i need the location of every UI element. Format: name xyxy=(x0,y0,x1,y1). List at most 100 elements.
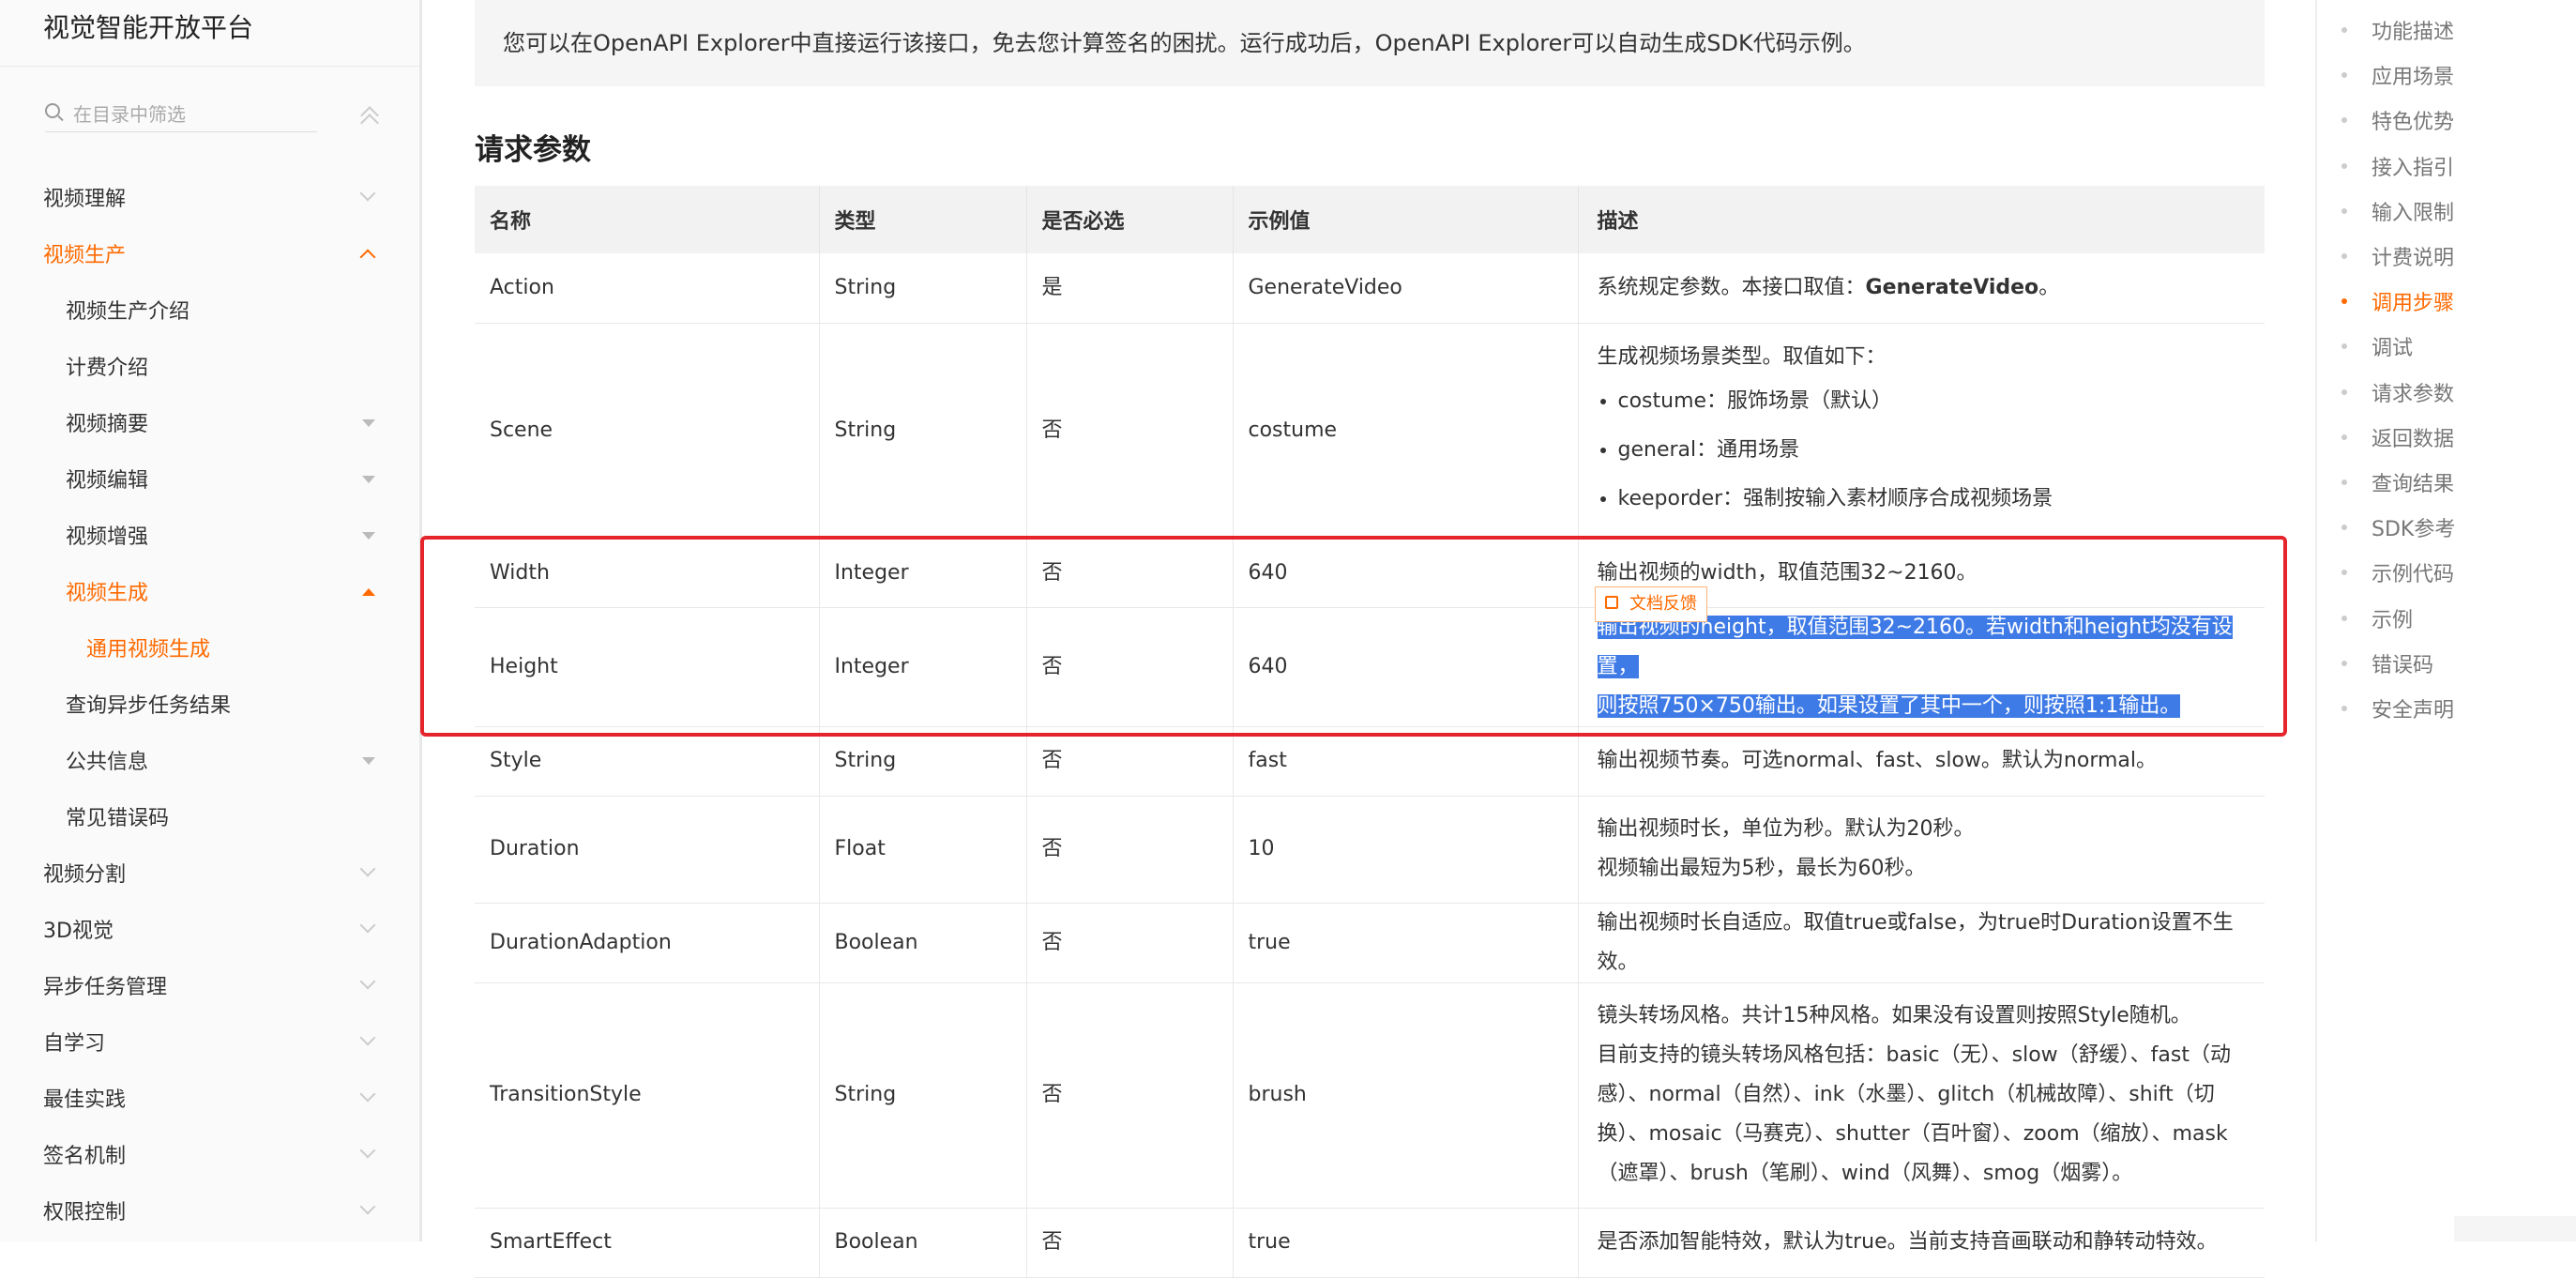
param-name: DurationAdaption xyxy=(475,903,820,983)
caret-down-icon[interactable] xyxy=(362,419,375,427)
sidebar-item[interactable]: 自学习 xyxy=(43,1027,105,1057)
param-example: costume xyxy=(1233,323,1579,540)
sidebar-item[interactable]: 视频编辑 xyxy=(66,464,148,494)
table-row: Duration Float 否 10 输出视频时长，单位为秒。默认为20秒。 … xyxy=(475,796,2265,904)
toc-item[interactable]: 功能描述 xyxy=(2371,15,2454,45)
sidebar-item[interactable]: 3D视觉 xyxy=(43,914,114,944)
toc-bullet-icon xyxy=(2341,253,2347,259)
param-example: fast xyxy=(1233,726,1579,797)
toc-item[interactable]: 错误码 xyxy=(2371,648,2433,678)
collapse-all-icon[interactable] xyxy=(360,105,379,128)
floating-toolbar[interactable] xyxy=(2454,1216,2576,1241)
column-header: 名称 xyxy=(475,186,820,253)
toc-item[interactable]: 接入指引 xyxy=(2371,151,2454,181)
sidebar-item[interactable]: 公共信息 xyxy=(66,745,148,775)
toc-item[interactable]: 请求参数 xyxy=(2371,377,2454,407)
toc-item[interactable]: 示例代码 xyxy=(2371,557,2454,587)
param-name: Duration xyxy=(475,796,820,904)
sidebar-item[interactable]: 计费介绍 xyxy=(66,351,148,381)
chevron-down-icon[interactable] xyxy=(359,1198,376,1215)
toc-item[interactable]: SDK参考 xyxy=(2371,512,2455,542)
sidebar-item[interactable]: 视频理解 xyxy=(43,182,126,212)
request-params-table: 名称 类型 是否必选 示例值 描述 Action String 是 Genera… xyxy=(475,186,2265,1278)
toc-bullet-icon xyxy=(2341,72,2347,79)
filter-input[interactable]: 在目录中筛选 xyxy=(45,98,317,132)
sidebar-item[interactable]: 常见错误码 xyxy=(66,801,169,831)
chevron-down-icon[interactable] xyxy=(359,860,376,877)
table-row: Height Integer 否 640 输出视频的height，取值范围32~… xyxy=(475,607,2265,727)
toc-item[interactable]: 应用场景 xyxy=(2371,60,2454,90)
param-type: String xyxy=(819,726,1027,797)
param-description: 生成视频场景类型。取值如下： costume：服饰场景（默认） general：… xyxy=(1578,323,2265,540)
toc-item[interactable]: 输入限制 xyxy=(2371,196,2454,226)
explorer-notice: 您可以在OpenAPI Explorer中直接运行该接口，免去您计算签名的困扰。… xyxy=(475,0,2265,86)
param-required: 否 xyxy=(1026,607,1234,727)
param-type: String xyxy=(819,253,1027,324)
toc-item[interactable]: 调试 xyxy=(2371,331,2413,361)
param-required: 否 xyxy=(1026,539,1234,608)
sidebar-item[interactable]: 视频生产 xyxy=(43,238,126,268)
toc-item[interactable]: 特色优势 xyxy=(2371,105,2454,135)
filter-placeholder: 在目录中筛选 xyxy=(73,103,186,126)
param-type: Integer xyxy=(819,607,1027,727)
toc-bullet-icon xyxy=(2341,343,2347,350)
chevron-down-icon[interactable] xyxy=(359,185,376,202)
param-required: 否 xyxy=(1026,323,1234,540)
toc-bullet-icon xyxy=(2341,27,2347,33)
param-type: String xyxy=(819,323,1027,540)
sidebar-item[interactable]: 异步任务管理 xyxy=(43,970,167,1000)
param-name: TransitionStyle xyxy=(475,982,820,1209)
caret-down-icon[interactable] xyxy=(362,476,375,483)
chevron-down-icon[interactable] xyxy=(359,1086,376,1103)
doc-feedback-button[interactable]: 文档反馈 xyxy=(1595,586,1707,622)
chevron-down-icon[interactable] xyxy=(359,1029,376,1046)
param-required: 否 xyxy=(1026,726,1234,797)
toc-bullet-icon xyxy=(2341,479,2347,485)
chevron-down-icon[interactable] xyxy=(359,1142,376,1159)
param-required: 否 xyxy=(1026,1208,1234,1278)
toc-item[interactable]: 安全声明 xyxy=(2371,693,2454,723)
param-name: Style xyxy=(475,726,820,797)
brand-title[interactable]: 视觉智能开放平台 xyxy=(43,8,253,45)
param-type: Float xyxy=(819,796,1027,904)
toc-item[interactable]: 计费说明 xyxy=(2371,241,2454,271)
caret-down-icon[interactable] xyxy=(362,757,375,765)
param-type: String xyxy=(819,982,1027,1209)
param-type: Boolean xyxy=(819,903,1027,983)
toc-item[interactable]: 示例 xyxy=(2371,603,2413,633)
param-name: Scene xyxy=(475,323,820,540)
caret-down-icon[interactable] xyxy=(362,532,375,540)
sidebar-item[interactable]: 视频增强 xyxy=(66,520,148,550)
sidebar-item[interactable]: 视频生成 xyxy=(66,576,148,606)
sidebar-item[interactable]: 查询异步任务结果 xyxy=(66,689,231,719)
param-type: Boolean xyxy=(819,1208,1027,1278)
param-example: true xyxy=(1233,1208,1579,1278)
section-title-request-params: 请求参数 xyxy=(475,133,591,167)
param-example: 10 xyxy=(1233,796,1579,904)
param-description-selected[interactable]: 输出视频的height，取值范围32~2160。若width和height均没有… xyxy=(1578,607,2265,727)
table-row: Action String 是 GenerateVideo 系统规定参数。本接口… xyxy=(475,253,2265,324)
sidebar-item[interactable]: 通用视频生成 xyxy=(86,632,210,662)
chevron-down-icon[interactable] xyxy=(359,973,376,990)
column-header: 是否必选 xyxy=(1026,186,1234,253)
param-name: Width xyxy=(475,539,820,608)
divider xyxy=(0,66,419,67)
sidebar-item[interactable]: 视频分割 xyxy=(43,858,126,888)
param-name: SmartEffect xyxy=(475,1208,820,1278)
toc-bullet-icon xyxy=(2341,525,2347,531)
toc-item[interactable]: 返回数据 xyxy=(2371,422,2454,452)
sidebar-item[interactable]: 权限控制 xyxy=(43,1195,126,1225)
chevron-up-icon[interactable] xyxy=(359,249,376,266)
param-example: true xyxy=(1233,903,1579,983)
sidebar-item[interactable]: 视频摘要 xyxy=(66,407,148,437)
sidebar-item[interactable]: 视频生产介绍 xyxy=(66,295,189,325)
toc-item[interactable]: 查询结果 xyxy=(2371,467,2454,497)
sidebar-item[interactable]: 签名机制 xyxy=(43,1139,126,1169)
chevron-down-icon[interactable] xyxy=(359,917,376,934)
param-value-bold: GenerateVideo xyxy=(1865,275,2039,299)
sidebar-item[interactable]: 最佳实践 xyxy=(43,1083,126,1113)
param-example: brush xyxy=(1233,982,1579,1209)
param-example: 640 xyxy=(1233,607,1579,727)
toc-item[interactable]: 调用步骤 xyxy=(2371,286,2454,316)
caret-up-icon[interactable] xyxy=(362,588,375,596)
